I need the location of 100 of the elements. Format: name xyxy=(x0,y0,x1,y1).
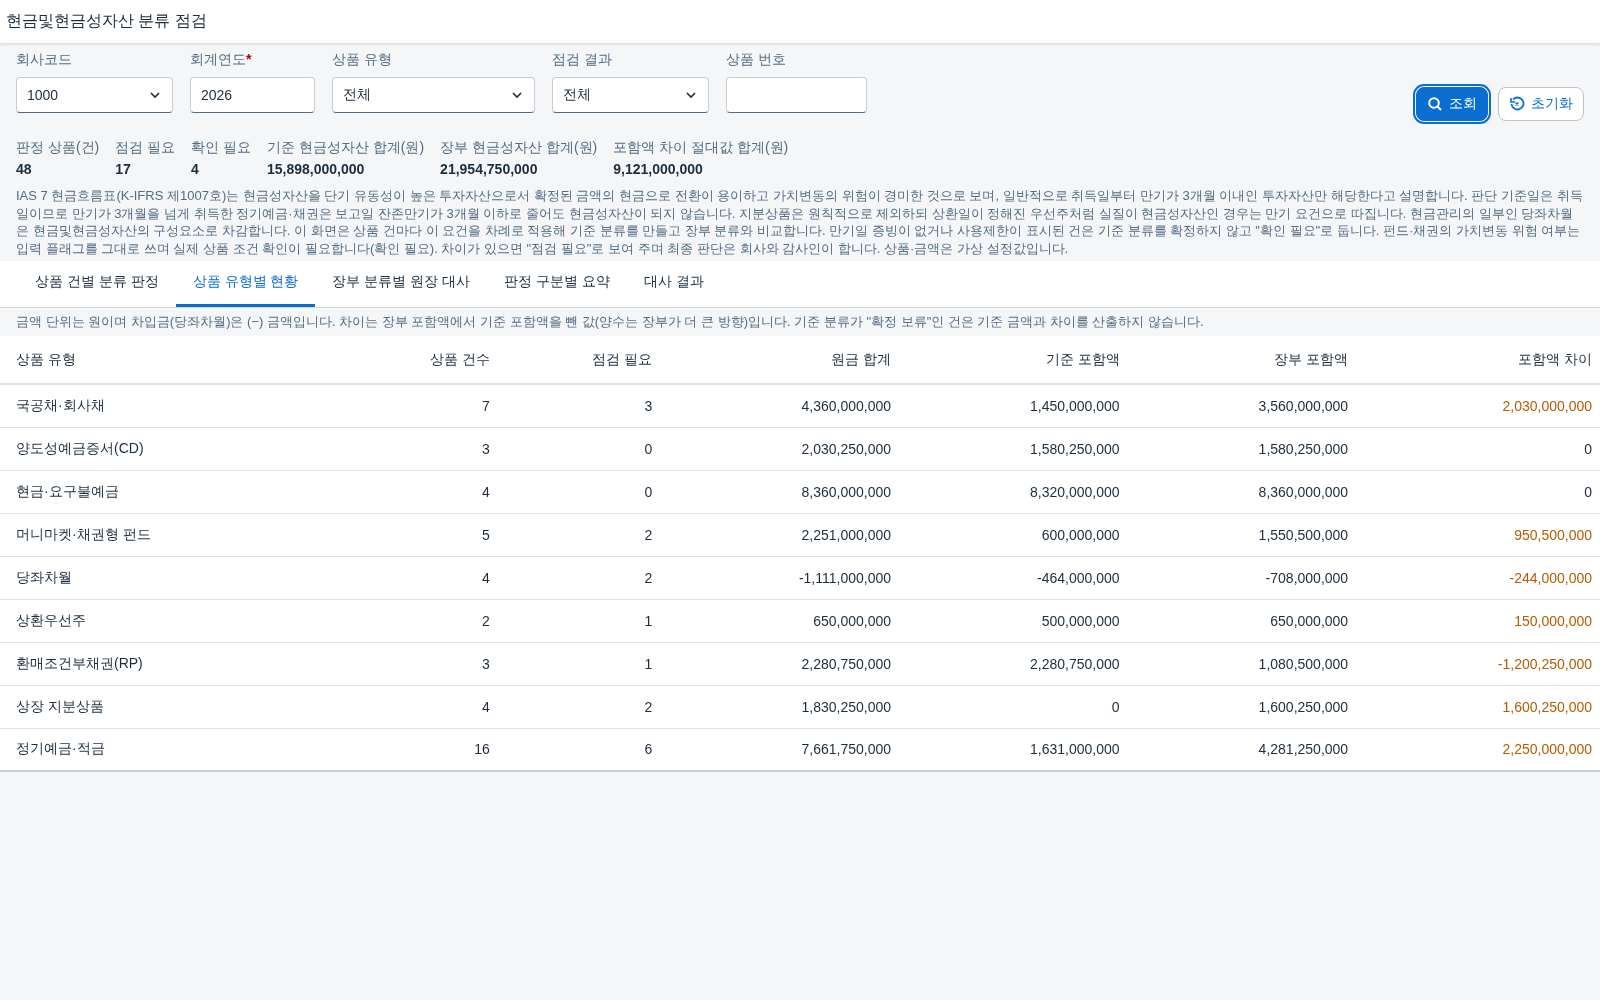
table-cell: 1,080,500,000 xyxy=(1127,642,1357,685)
table-cell: 0 xyxy=(899,685,1128,728)
table-cell: 16 xyxy=(304,728,498,771)
input-field[interactable]: 2026 xyxy=(190,77,315,113)
column-header: 원금 합계 xyxy=(660,336,899,384)
table-cell: 650,000,000 xyxy=(1127,599,1357,642)
table-cell: 600,000,000 xyxy=(899,513,1128,556)
search-button[interactable]: 조회 xyxy=(1416,87,1488,121)
reset-icon xyxy=(1509,96,1525,112)
column-header: 장부 포함액 xyxy=(1127,336,1357,384)
tab[interactable]: 장부 분류별 원장 대사 xyxy=(315,261,488,307)
stat-value: 15,898,000,000 xyxy=(267,161,366,177)
table-cell: 0 xyxy=(1356,470,1600,513)
table-cell: -464,000,000 xyxy=(899,556,1128,599)
stat-value: 4 xyxy=(191,161,200,177)
table-cell: 4,281,250,000 xyxy=(1127,728,1357,771)
table-cell: -1,200,250,000 xyxy=(1356,642,1600,685)
table-cell: 환매조건부채권(RP) xyxy=(0,642,305,685)
column-header: 상품 건수 xyxy=(304,336,498,384)
table-cell: 상장 지분상품 xyxy=(0,685,305,728)
column-header: 상품 유형 xyxy=(0,336,305,384)
table-cell: 0 xyxy=(1356,427,1600,470)
stat-label: 포함액 차이 절대값 합계(원) xyxy=(613,139,789,157)
stat-label: 기준 현금성자산 합계(원) xyxy=(267,139,425,157)
table-cell: 950,500,000 xyxy=(1356,513,1600,556)
table-cell: 2,280,750,000 xyxy=(660,642,899,685)
column-header: 점검 필요 xyxy=(497,336,661,384)
table-cell: 2 xyxy=(497,685,661,728)
table-cell: 2 xyxy=(497,556,661,599)
tab[interactable]: 대사 결과 xyxy=(626,261,721,307)
stat-label: 장부 현금성자산 합계(원) xyxy=(440,139,598,157)
table-cell: 7 xyxy=(304,384,498,427)
required-mark: * xyxy=(246,51,252,67)
table-cell: 상환우선주 xyxy=(0,599,305,642)
table-cell: 8,360,000,000 xyxy=(1127,470,1357,513)
table-cell: 4 xyxy=(304,470,498,513)
table-cell: 8,320,000,000 xyxy=(899,470,1128,513)
table-cell: 0 xyxy=(497,427,661,470)
table-cell: 2 xyxy=(497,513,661,556)
table-cell: 4 xyxy=(304,685,498,728)
stat-label: 판정 상품(건) xyxy=(16,139,100,157)
table-cell: 2,030,000,000 xyxy=(1356,384,1600,427)
table-cell: 2,250,000,000 xyxy=(1356,728,1600,771)
table-cell: 국공채·회사채 xyxy=(0,384,305,427)
field-label: 점검 결과 xyxy=(552,51,613,69)
table-cell: 0 xyxy=(497,470,661,513)
table-cell: 8,360,000,000 xyxy=(660,470,899,513)
window-title: 현금및현금성자산 분류 점검 xyxy=(6,11,207,31)
table-cell: 1 xyxy=(497,642,661,685)
input-field[interactable] xyxy=(726,77,867,113)
description-text: IAS 7 현금흐름표(K-IFRS 제1007호)는 현금성자산을 단기 유동성이 높은 투자자산으로서 확정된 금액의 현금으로 전환이 용이하고 가치변동의 위험이 경미한 것으로 보며, 일반적으로 취득일부터 만기가 3개월 이내인 투자자산만 해당한다고 설명합니다. 판단 기준일은 취득일이므로 만기가 3개월을 넘게 취득한 정기예금·채권은 보고일 잔존만기가 3개월 이하로 줄어도 현금성자산이 되지 않습니다. 지분상품은 원칙적으로 제외하되 상환일이 정해진 우선주처럼 실질이 현금성자산인 경우는 만기 요건으로 따집니다. 현금관리의 일부인 당좌차월은 현금및현금성자산의 구성요소로 차감합니다. 이 화면은 상품 건마다 이 요건을 차례로 적용해 기준 분류를 만들고 장부 분류와 비교합니다. 만기일 증빙이 없거나 사용제한이 표시된 건은 기준 분류를 확정하지 않고 "확인 필요"로 둡니다. 펀드·채권의 가치변동 위험 여부는 입력 플래그를 그대로 쓰며 실제 상품 조건 확인이 필요합니다(확인 필요). 차이가 있으면 "점검 필요"로 보여 주며 최종 판단은 회사와 감사인이 합니다. 상품·금액은 가상 설정값입니다. xyxy=(16,187,1584,257)
select-field[interactable]: 1000 xyxy=(16,77,173,113)
select-field[interactable]: 전체 xyxy=(552,77,709,113)
table-cell: 2,030,250,000 xyxy=(660,427,899,470)
table-cell: 7,661,750,000 xyxy=(660,728,899,771)
table-cell: 4,360,000,000 xyxy=(660,384,899,427)
field-label: 회계연도* xyxy=(190,51,253,69)
table-cell: 4 xyxy=(304,556,498,599)
table-cell: 양도성예금증서(CD) xyxy=(0,427,305,470)
table-cell: 1,600,250,000 xyxy=(1356,685,1600,728)
table-cell: 머니마켓·채권형 펀드 xyxy=(0,513,305,556)
table-cell: 2,280,750,000 xyxy=(899,642,1128,685)
table-cell: 1,550,500,000 xyxy=(1127,513,1357,556)
tab[interactable]: 판정 구분별 요약 xyxy=(487,261,627,307)
tab[interactable]: 상품 건별 분류 판정 xyxy=(18,261,176,307)
table-cell: 당좌차월 xyxy=(0,556,305,599)
table-cell: 1,830,250,000 xyxy=(660,685,899,728)
table-cell: 1,600,250,000 xyxy=(1127,685,1357,728)
stat-value: 21,954,750,000 xyxy=(440,161,539,177)
column-header: 포함액 차이 xyxy=(1356,336,1600,384)
table-cell: 5 xyxy=(304,513,498,556)
field-label: 회사코드 xyxy=(16,51,73,69)
stat-label: 점검 필요 xyxy=(115,139,176,157)
table-cell: 1,580,250,000 xyxy=(1127,427,1357,470)
table-cell: 650,000,000 xyxy=(660,599,899,642)
table-cell: 6 xyxy=(497,728,661,771)
table-cell: -708,000,000 xyxy=(1127,556,1357,599)
stat-value: 9,121,000,000 xyxy=(613,161,704,177)
table-cell: 3 xyxy=(304,427,498,470)
table-cell: 2 xyxy=(304,599,498,642)
select-field[interactable]: 전체 xyxy=(332,77,535,113)
stat-label: 확인 필요 xyxy=(191,139,251,157)
table-cell: -244,000,000 xyxy=(1356,556,1600,599)
column-header: 기준 포함액 xyxy=(899,336,1128,384)
table-cell: 3 xyxy=(497,384,661,427)
search-icon xyxy=(1427,96,1443,112)
table-cell: 3,560,000,000 xyxy=(1127,384,1357,427)
stat-value: 48 xyxy=(16,161,33,177)
field-label: 상품 번호 xyxy=(726,51,787,69)
table-cell: 1 xyxy=(497,599,661,642)
table-cell: 정기예금·적금 xyxy=(0,728,305,771)
note-text: 금액 단위는 원이며 차입금(당좌차월)은 (−) 금액입니다. 차이는 장부 포함액에서 기준 포함액을 뺀 값(양수는 장부가 더 큰 방향)입니다. 기준 분류가 "확정 보류"인 건은 기준 금액과 차이를 산출하지 않습니다. xyxy=(15,313,1205,331)
table-cell: -1,111,000,000 xyxy=(660,556,899,599)
table-cell: 2,251,000,000 xyxy=(660,513,899,556)
tab[interactable]: 상품 유형별 현황 xyxy=(175,261,316,307)
table-cell: 1,450,000,000 xyxy=(899,384,1128,427)
reset-button[interactable]: 초기화 xyxy=(1498,87,1584,121)
field-label: 상품 유형 xyxy=(332,51,393,69)
table-cell: 3 xyxy=(304,642,498,685)
table-cell: 현금·요구불예금 xyxy=(0,470,305,513)
